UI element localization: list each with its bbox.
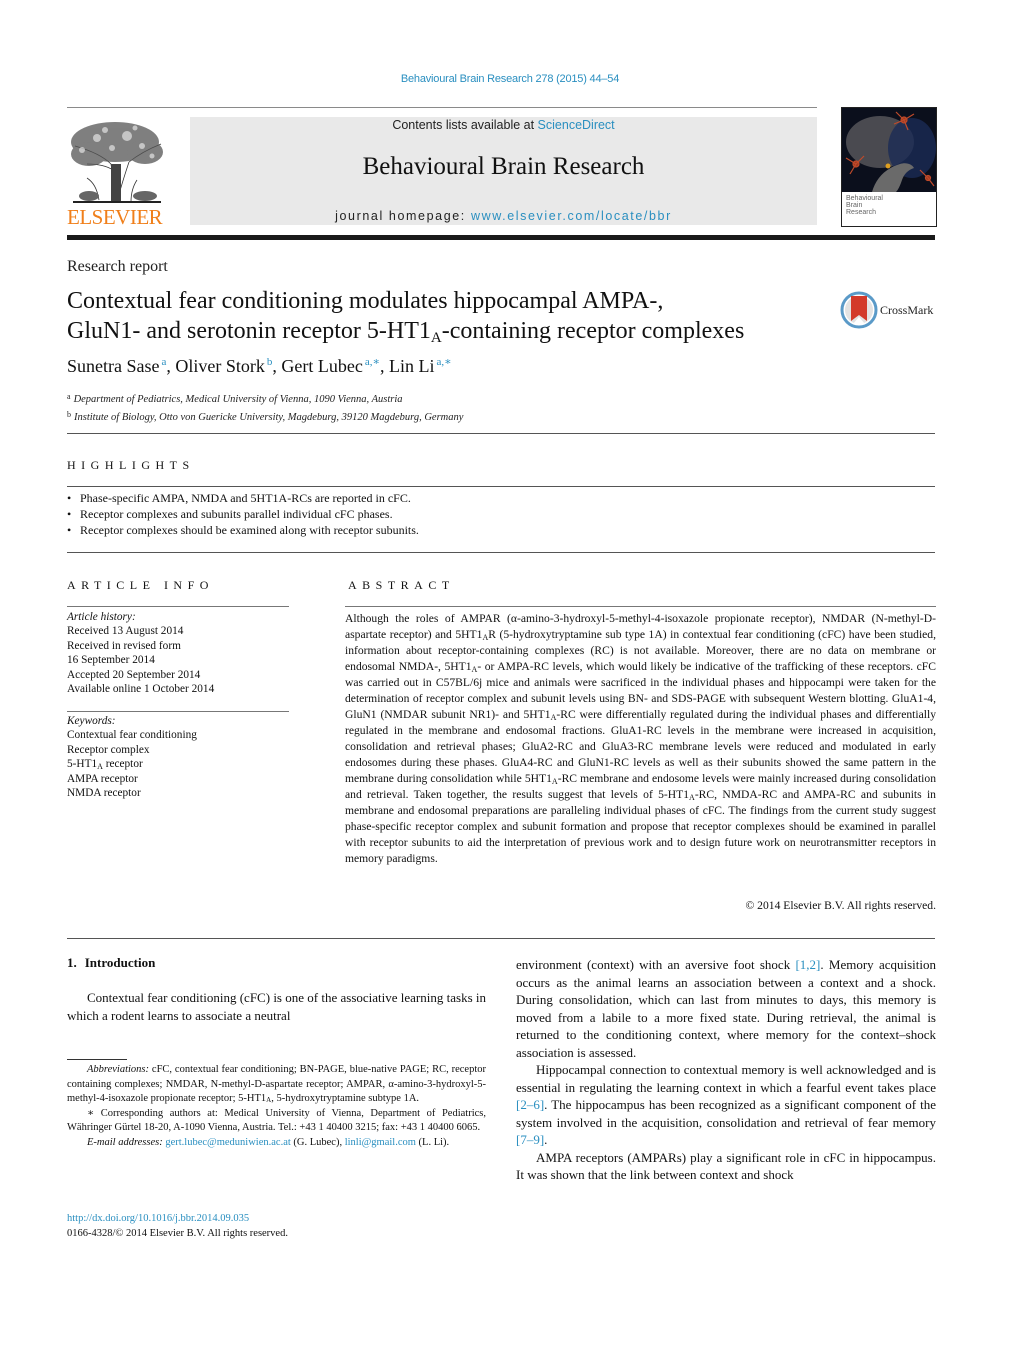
email-link[interactable]: gert.lubec@meduniwien.ac.at: [165, 1137, 290, 1148]
intro-paragraph: environment (context) with an aversive f…: [516, 957, 936, 1060]
highlights-label: HIGHLIGHTS: [67, 458, 195, 472]
citation-link[interactable]: [7–9]: [516, 1132, 544, 1147]
title-line-2: GluN1- and serotonin receptor 5-HT1A-con…: [67, 316, 827, 346]
keywords: Keywords: Contextual fear conditioning R…: [67, 714, 292, 800]
affiliation: a Department of Pediatrics, Medical Unive…: [67, 392, 403, 405]
footnotes: Abbreviations: cFC, contextual fear cond…: [67, 1063, 486, 1150]
divider: [67, 938, 935, 939]
homepage-prefix: journal homepage:: [335, 209, 471, 223]
article-history: Article history: Received 13 August 2014…: [67, 610, 292, 696]
elsevier-logo[interactable]: ELSEVIER: [67, 118, 167, 228]
abbreviations-footnote: Abbreviations: cFC, contextual fear cond…: [67, 1064, 486, 1104]
intro-left-column: Contextual fear conditioning (cFC) is on…: [67, 989, 486, 1024]
title-line-2-post: -containing receptor complexes: [441, 318, 745, 344]
journal-cover-thumbnail[interactable]: Behavioural Brain Research: [841, 107, 937, 227]
highlight-item: Receptor complexes and subunits parallel…: [67, 506, 937, 522]
divider: [67, 606, 289, 607]
header-rule: [67, 107, 817, 108]
abstract-label: ABSTRACT: [348, 578, 455, 592]
crossmark-button[interactable]: CrossMark: [840, 291, 940, 329]
highlight-item: Receptor complexes should be examined al…: [67, 522, 937, 538]
corresponding-author-footnote: ∗ Corresponding authors at: Medical Univ…: [67, 1107, 486, 1134]
keyword[interactable]: Contextual fear conditioning: [67, 728, 292, 742]
author-affiliation-marker[interactable]: b: [267, 356, 273, 368]
keyword[interactable]: NMDA receptor: [67, 786, 292, 800]
title-line-1: Contextual fear conditioning modulates h…: [67, 288, 664, 314]
journal-masthead: Contents lists available at ScienceDirec…: [190, 117, 817, 225]
intro-right-column: environment (context) with an aversive f…: [516, 956, 936, 1184]
highlight-item: Phase-specific AMPA, NMDA and 5HT1A-RCs …: [67, 490, 937, 506]
intro-paragraph: AMPA receptors (AMPARs) play a significa…: [516, 1149, 936, 1183]
article-info-label: ARTICLE INFO: [67, 578, 214, 592]
affiliation: b Institute of Biology, Otto von Guericke…: [67, 409, 464, 423]
elsevier-wordmark: ELSEVIER: [67, 205, 163, 229]
citation-link[interactable]: [2–6]: [516, 1097, 544, 1112]
cover-caption-line: Behavioural: [846, 195, 883, 202]
intro-paragraph: Hippocampal connection to contextual mem…: [516, 1062, 936, 1147]
divider: [67, 711, 289, 712]
history-label: Article history:: [67, 611, 136, 623]
affiliations: a Department of Pediatrics, Medical Unive…: [67, 390, 463, 425]
author-affiliation-marker[interactable]: a: [161, 356, 166, 368]
divider: [67, 486, 935, 487]
divider: [345, 606, 936, 607]
intro-paragraph: Contextual fear conditioning (cFC) is on…: [67, 990, 486, 1023]
journal-homepage-link[interactable]: www.elsevier.com/locate/bbr: [471, 209, 672, 223]
contents-line: Contents lists available at ScienceDirec…: [190, 118, 817, 132]
keyword[interactable]: AMPA receptor: [67, 772, 292, 786]
author[interactable]: Oliver Stork b: [175, 356, 272, 376]
title-line-2-pre: GluN1- and serotonin receptor 5-HT1: [67, 318, 431, 344]
crossmark-icon: [840, 291, 878, 329]
author[interactable]: Gert Lubec a,∗: [281, 356, 380, 376]
history-item: Received 13 August 2014: [67, 625, 184, 638]
footnote-rule: [67, 1059, 127, 1060]
history-item: 16 September 2014: [67, 654, 155, 667]
elsevier-tree-icon: [67, 118, 165, 206]
divider: [67, 433, 935, 434]
author-list: Sunetra Sase a, Oliver Stork b, Gert Lubec…: [67, 356, 452, 376]
cover-artwork-image: [842, 108, 936, 192]
contents-prefix: Contents lists available at: [392, 118, 538, 132]
author[interactable]: Lin Li a,∗: [389, 356, 452, 376]
cover-caption-line: Research: [846, 209, 876, 216]
title-subscript: A: [430, 330, 442, 346]
cover-caption: Behavioural Brain Research: [842, 192, 936, 226]
divider: [67, 552, 935, 553]
section-heading-introduction: 1. Introduction: [67, 955, 156, 970]
history-item: Available online 1 October 2014: [67, 683, 215, 696]
author-affiliation-marker[interactable]: a,∗: [436, 356, 451, 368]
issn-copyright: 0166-4328/© 2014 Elsevier B.V. All right…: [67, 1227, 288, 1239]
running-header[interactable]: Behavioural Brain Research 278 (2015) 44…: [0, 73, 1020, 85]
keyword[interactable]: Receptor complex: [67, 743, 292, 757]
sciencedirect-link[interactable]: ScienceDirect: [538, 118, 615, 132]
article-type: Research report: [67, 258, 168, 275]
email-footnote: E-mail addresses: gert.lubec@meduniwien.…: [87, 1136, 450, 1148]
email-link[interactable]: linli@gmail.com: [345, 1137, 416, 1148]
history-item: Accepted 20 September 2014: [67, 668, 201, 681]
author[interactable]: Sunetra Sase a: [67, 356, 166, 376]
doi-block: http://dx.doi.org/10.1016/j.bbr.2014.09.…: [67, 1212, 288, 1241]
citation-link[interactable]: [1,2]: [795, 957, 820, 972]
cover-caption-line: Brain: [846, 202, 863, 209]
highlights-list: Phase-specific AMPA, NMDA and 5HT1A-RCs …: [67, 490, 937, 538]
article-title: Contextual fear conditioning modulates h…: [67, 286, 827, 346]
abstract-text: Although the roles of AMPAR (α-amino-3-h…: [345, 612, 937, 865]
journal-homepage-line: journal homepage: www.elsevier.com/locat…: [190, 209, 817, 223]
history-item: Received in revised form: [67, 639, 181, 652]
doi-link[interactable]: http://dx.doi.org/10.1016/j.bbr.2014.09.…: [67, 1213, 249, 1224]
journal-title[interactable]: Behavioural Brain Research: [190, 153, 817, 181]
keyword[interactable]: 5-HT1A receptor: [67, 757, 292, 771]
author-affiliation-marker[interactable]: a,∗: [365, 356, 380, 368]
abstract-copyright: © 2014 Elsevier B.V. All rights reserved…: [745, 899, 936, 912]
masthead-thick-rule: [67, 235, 935, 240]
crossmark-label: CrossMark: [880, 303, 934, 317]
keywords-label: Keywords:: [67, 715, 116, 727]
